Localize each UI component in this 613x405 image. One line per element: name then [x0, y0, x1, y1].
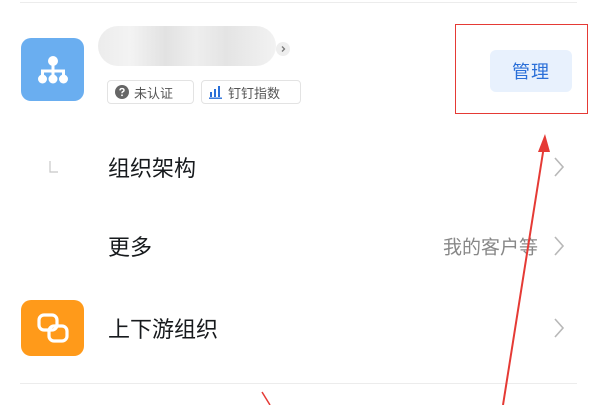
org-name-blurred[interactable]: [98, 26, 276, 66]
chevron-right-icon[interactable]: [276, 42, 290, 56]
link-chain-icon: [21, 300, 84, 356]
menu-item-label: 更多: [108, 236, 153, 261]
question-circle-icon: [115, 85, 129, 99]
menu-item-label: 组织架构: [108, 157, 197, 182]
chevron-right-icon: [554, 236, 565, 256]
menu-item-upstream-downstream[interactable]: 上下游组织: [0, 298, 613, 358]
org-avatar-icon[interactable]: [21, 38, 84, 101]
unverified-tag[interactable]: 未认证: [107, 80, 194, 104]
dingtalk-index-label: 钉钉指数: [228, 86, 281, 102]
menu-item-value: 我的客户等: [442, 236, 538, 259]
bottom-divider: [20, 383, 577, 384]
bar-chart-icon: [209, 85, 222, 99]
menu-item-label: 上下游组织: [108, 318, 219, 343]
annotation-highlight-box: [455, 24, 588, 114]
menu-item-org-structure[interactable]: 组织架构: [0, 137, 613, 197]
chevron-right-icon: [554, 157, 565, 177]
unverified-label: 未认证: [134, 86, 174, 102]
dingtalk-index-tag[interactable]: 钉钉指数: [201, 80, 301, 104]
chevron-right-icon: [554, 318, 565, 338]
menu-item-more[interactable]: 更多 我的客户等: [0, 216, 613, 276]
annotation-arrow-line: [261, 391, 271, 405]
top-divider: [20, 2, 577, 3]
tree-branch-icon: [49, 161, 58, 173]
